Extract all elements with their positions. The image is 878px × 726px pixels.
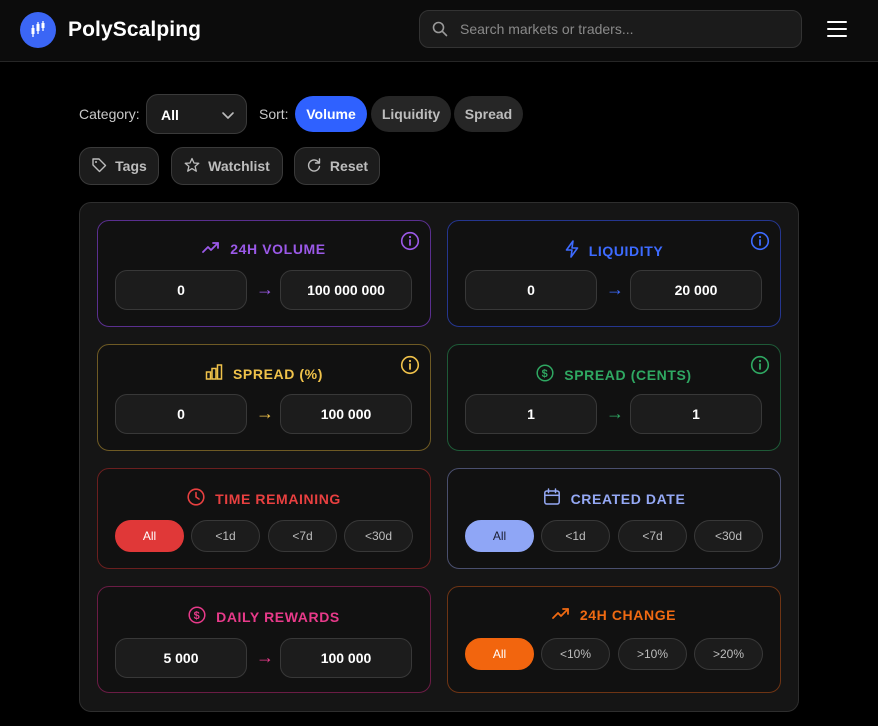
volume-title: 24H VOLUME	[98, 240, 430, 257]
bar-chart-icon	[205, 364, 223, 383]
reset-label: Reset	[329, 158, 369, 174]
created-date-title: CREATED DATE	[448, 488, 780, 509]
liquidity-card: LIQUIDITY 0 → 20 000	[447, 220, 781, 327]
change-24h-card: 24H CHANGE All <10% >10% >20%	[447, 586, 781, 693]
filter-panel: 24H VOLUME 0 → 100 000 000 LIQUIDITY 0 →…	[79, 202, 799, 712]
spread-percent-max-input[interactable]: 100 000	[280, 394, 412, 434]
hamburger-menu-icon[interactable]	[826, 18, 850, 40]
created-30d-option[interactable]: <30d	[694, 520, 763, 552]
created-all-option[interactable]: All	[465, 520, 534, 552]
dollar-circle-icon: $	[536, 364, 554, 385]
change-lt10-option[interactable]: <10%	[541, 638, 610, 670]
category-label: Category:	[79, 106, 140, 122]
created-date-title-text: CREATED DATE	[570, 490, 686, 507]
search-bar[interactable]	[419, 10, 802, 48]
tags-button[interactable]: Tags	[79, 147, 159, 185]
info-icon[interactable]	[400, 355, 420, 380]
change-all-option[interactable]: All	[465, 638, 534, 670]
liquidity-title-text: LIQUIDITY	[588, 242, 664, 259]
sort-spread-button[interactable]: Spread	[454, 96, 523, 132]
top-header: PolyScalping	[0, 0, 878, 62]
svg-text:$: $	[194, 610, 201, 622]
search-input[interactable]	[460, 11, 790, 47]
watchlist-button[interactable]: Watchlist	[171, 147, 283, 185]
svg-text:$: $	[542, 368, 549, 380]
range-arrow: →	[606, 279, 624, 299]
info-icon[interactable]	[750, 355, 770, 380]
range-arrow: →	[256, 279, 274, 299]
rewards-max-input[interactable]: 100 000	[280, 638, 412, 678]
dollar-circle-icon: $	[188, 606, 206, 627]
rewards-min-input[interactable]: 5 000	[115, 638, 247, 678]
liquidity-title: LIQUIDITY	[448, 240, 780, 261]
volume-min-input[interactable]: 0	[115, 270, 247, 310]
created-7d-option[interactable]: <7d	[618, 520, 687, 552]
daily-rewards-card: $ DAILY REWARDS 5 000 → 100 000	[97, 586, 431, 693]
watchlist-label: Watchlist	[208, 158, 270, 174]
star-icon	[184, 157, 200, 176]
trending-up-icon	[202, 240, 220, 257]
tags-label: Tags	[115, 158, 147, 174]
range-arrow: →	[256, 647, 274, 667]
spread-cents-max-input[interactable]: 1	[630, 394, 762, 434]
spread-percent-card: SPREAD (%) 0 → 100 000	[97, 344, 431, 451]
tag-icon	[91, 157, 107, 176]
spread-cents-title-text: SPREAD (CENTS)	[564, 366, 692, 383]
created-1d-option[interactable]: <1d	[541, 520, 610, 552]
spread-cents-card: $ SPREAD (CENTS) 1 → 1	[447, 344, 781, 451]
info-icon[interactable]	[750, 231, 770, 256]
time-30d-option[interactable]: <30d	[344, 520, 413, 552]
change-gt20-option[interactable]: >20%	[694, 638, 763, 670]
spread-percent-min-input[interactable]: 0	[115, 394, 247, 434]
category-select[interactable]: All	[146, 94, 247, 134]
category-value: All	[161, 107, 179, 123]
daily-rewards-title-text: DAILY REWARDS	[216, 608, 340, 625]
app-name[interactable]: PolyScalping	[68, 18, 201, 42]
time-all-option[interactable]: All	[115, 520, 184, 552]
spread-cents-title: $ SPREAD (CENTS)	[448, 364, 780, 385]
sort-liquidity-button[interactable]: Liquidity	[371, 96, 451, 132]
trending-up-icon	[551, 606, 570, 623]
volume-title-text: 24H VOLUME	[230, 240, 326, 257]
lightning-icon	[565, 240, 579, 261]
reset-button[interactable]: Reset	[294, 147, 380, 185]
calendar-icon	[543, 488, 561, 509]
liquidity-max-input[interactable]: 20 000	[630, 270, 762, 310]
candlestick-logo-icon[interactable]	[20, 12, 56, 48]
info-icon[interactable]	[400, 231, 420, 256]
sort-volume-button[interactable]: Volume	[295, 96, 367, 132]
chevron-down-icon	[221, 109, 235, 127]
search-icon	[432, 21, 448, 42]
time-remaining-title: TIME REMAINING	[98, 488, 430, 509]
clock-icon	[187, 488, 205, 509]
range-arrow: →	[256, 403, 274, 423]
spread-percent-title-text: SPREAD (%)	[232, 365, 323, 382]
created-date-card: CREATED DATE All <1d <7d <30d	[447, 468, 781, 569]
time-7d-option[interactable]: <7d	[268, 520, 337, 552]
volume-card: 24H VOLUME 0 → 100 000 000	[97, 220, 431, 327]
spread-percent-title: SPREAD (%)	[98, 364, 430, 383]
spread-cents-min-input[interactable]: 1	[465, 394, 597, 434]
time-1d-option[interactable]: <1d	[191, 520, 260, 552]
change-gt10-option[interactable]: >10%	[618, 638, 687, 670]
time-remaining-card: TIME REMAINING All <1d <7d <30d	[97, 468, 431, 569]
time-remaining-title-text: TIME REMAINING	[215, 490, 341, 507]
liquidity-min-input[interactable]: 0	[465, 270, 597, 310]
change-24h-title: 24H CHANGE	[448, 606, 780, 623]
daily-rewards-title: $ DAILY REWARDS	[98, 606, 430, 627]
sort-label: Sort:	[259, 106, 289, 122]
change-24h-title-text: 24H CHANGE	[579, 606, 677, 623]
volume-max-input[interactable]: 100 000 000	[280, 270, 412, 310]
refresh-icon	[306, 157, 322, 176]
range-arrow: →	[606, 403, 624, 423]
